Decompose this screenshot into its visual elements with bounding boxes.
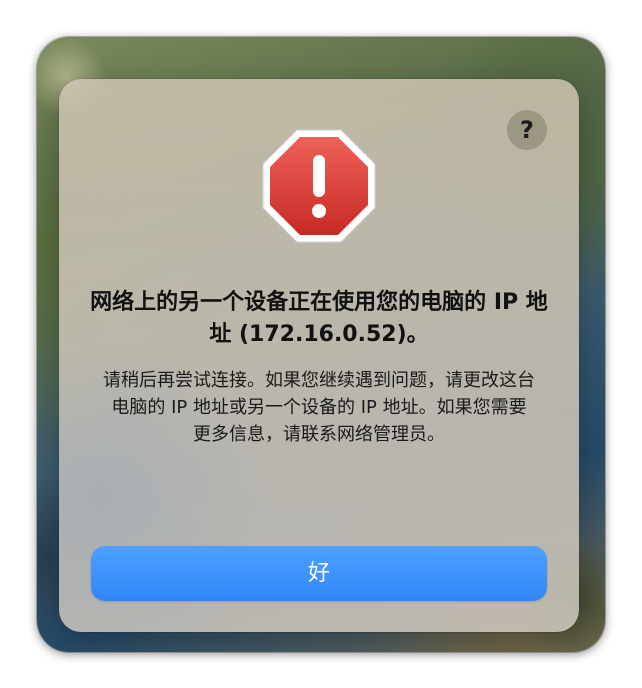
alert-dialog: ? 网络上的另一个设备正在使用您的电脑的 IP 地址 (172.16.0.52)… <box>59 79 579 632</box>
dialog-message: 请稍后再尝试连接。如果您继续遇到问题，请更改这台电脑的 IP 地址或另一个设备的… <box>103 370 535 445</box>
dialog-title: 网络上的另一个设备正在使用您的电脑的 IP 地址 (172.16.0.52)。 <box>90 290 548 347</box>
desktop-window: ? 网络上的另一个设备正在使用您的电脑的 IP 地址 (172.16.0.52)… <box>37 37 605 652</box>
help-button[interactable]: ? <box>507 110 547 150</box>
stop-alert-icon <box>262 129 376 243</box>
ok-button[interactable]: 好 <box>91 546 547 601</box>
